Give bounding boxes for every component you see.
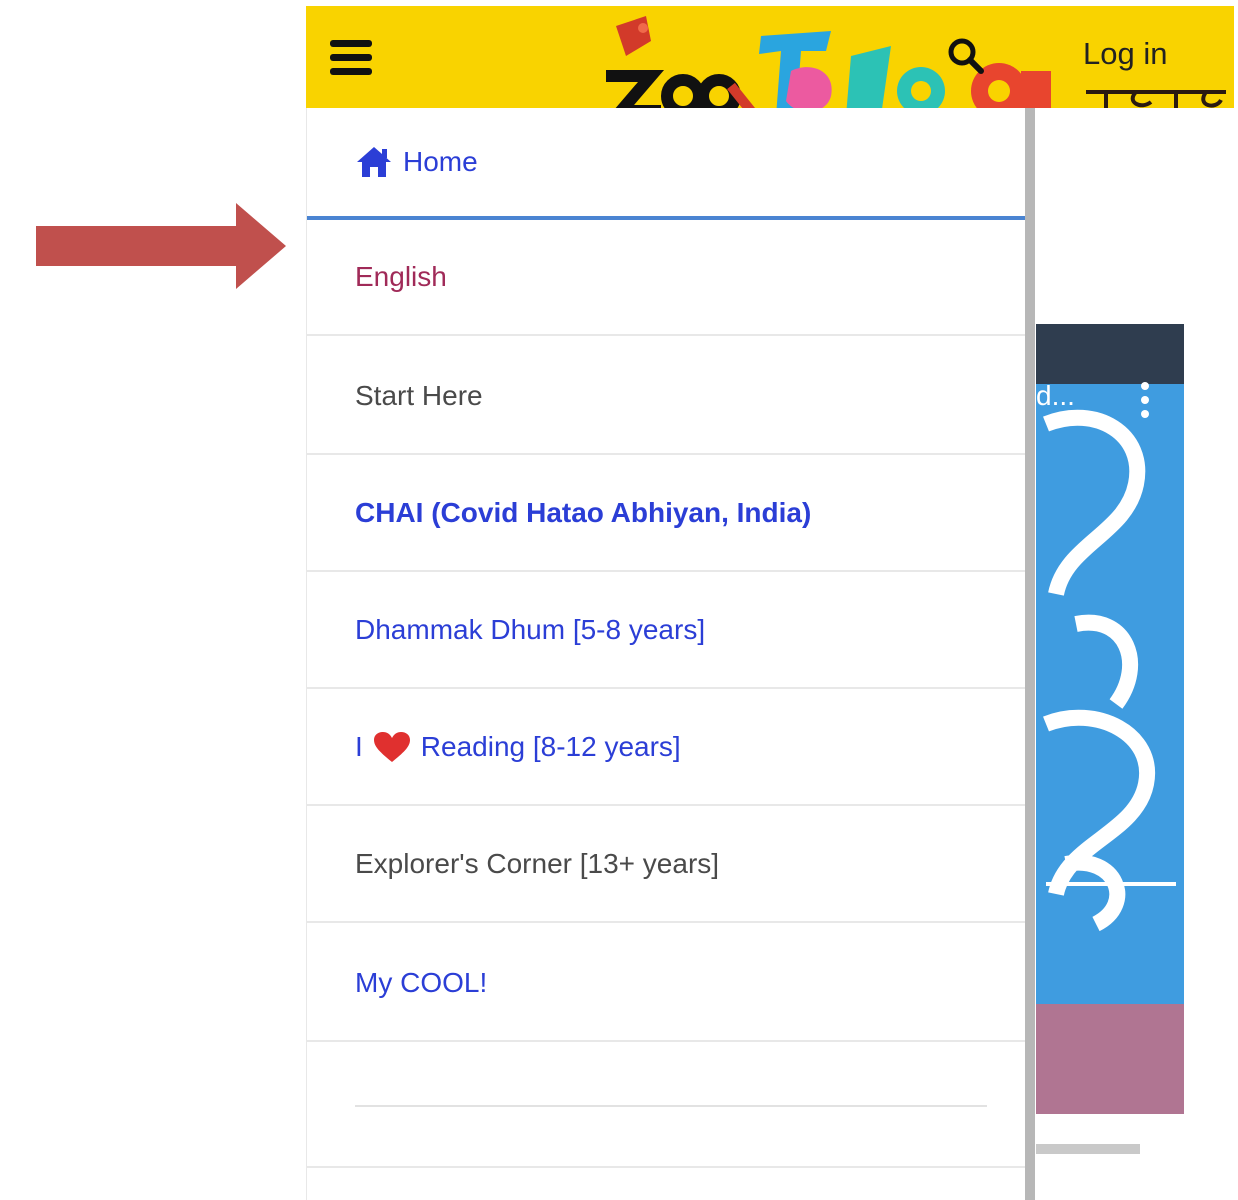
drawer-item-english[interactable]: English [307, 220, 1027, 336]
drawer-item-i-love-reading[interactable]: I Reading [8-12 years] [307, 690, 1027, 806]
site-logo [606, 16, 1051, 108]
divider [307, 1166, 1027, 1168]
drawer-item-label: Home [403, 146, 478, 177]
search-icon[interactable] [946, 36, 986, 76]
heart-icon [373, 731, 411, 763]
tagline-fragment [1086, 90, 1226, 108]
drawer-item-label: Start Here [355, 380, 483, 411]
drawer-scrollbar[interactable] [1025, 108, 1035, 1200]
drawer-item-label: Reading [8-12 years] [420, 731, 681, 762]
more-vertical-icon[interactable] [1140, 380, 1150, 420]
drawer-item-label: My COOL! [355, 967, 488, 998]
background-scroll-bar [1036, 1144, 1140, 1154]
drawer-item-my-cool[interactable]: My COOL! [307, 926, 1027, 1042]
drawer-item-chai[interactable]: CHAI (Covid Hatao Abhiyan, India) [307, 456, 1027, 572]
login-link[interactable]: Log in [1083, 36, 1167, 72]
drawer-item-prefix: I [355, 731, 363, 762]
drawer-item-home[interactable]: Home [307, 108, 1027, 220]
drawer-item-label: Dhammak Dhum [5-8 years] [355, 614, 706, 645]
drawer-item-explorers-corner[interactable]: Explorer's Corner [13+ years] [307, 807, 1027, 923]
video-thumbnail[interactable]: d... [1036, 324, 1184, 1114]
top-bar: Log in [306, 6, 1234, 108]
video-title-fragment: d... [1036, 380, 1075, 411]
divider [355, 1105, 987, 1107]
drawer-item-label: English [355, 261, 447, 292]
annotation-arrow [36, 203, 286, 289]
hamburger-menu-icon[interactable] [330, 40, 372, 76]
drawer-item-start-here[interactable]: Start Here [307, 339, 1027, 455]
drawer-item-label: Explorer's Corner [13+ years] [355, 848, 720, 879]
drawer-item-dhammak-dhum[interactable]: Dhammak Dhum [5-8 years] [307, 573, 1027, 689]
home-icon [355, 145, 393, 179]
navigation-drawer: Home English Start Here CHAI (Covid Hata… [306, 108, 1027, 1200]
drawer-item-label: CHAI (Covid Hatao Abhiyan, India) [355, 497, 812, 528]
